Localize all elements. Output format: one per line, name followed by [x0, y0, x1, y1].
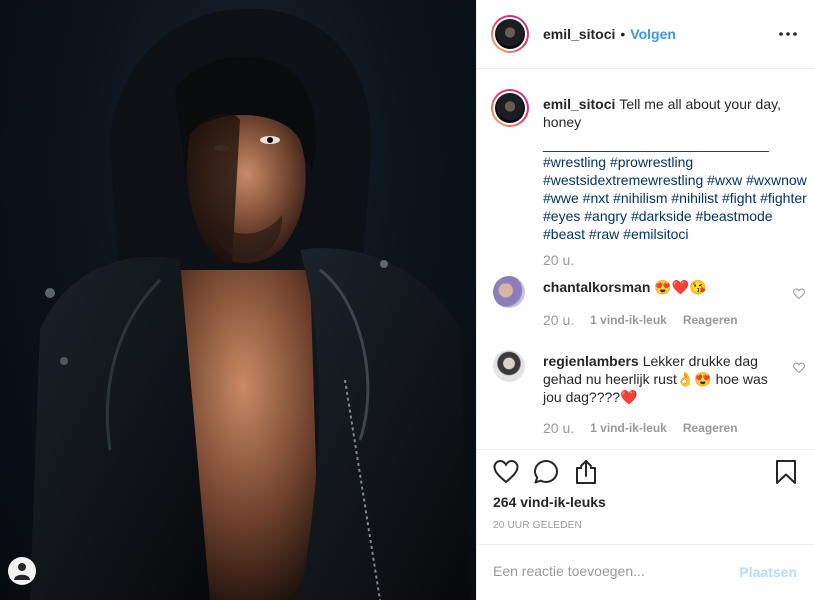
commenter-avatar[interactable] — [493, 276, 525, 308]
comment-input[interactable] — [493, 563, 723, 579]
comment-text: 😍❤️😘 — [654, 279, 707, 295]
comments-list[interactable]: emil_sitoci Tell me all about your day, h… — [477, 70, 814, 449]
post-actions: 264 vind-ik-leuks 20 UUR GELEDEN — [477, 449, 814, 549]
comment-likes[interactable]: 1 vind-ik-leuk — [590, 421, 667, 435]
comment-like-icon[interactable] — [793, 288, 805, 300]
separator-dot: • — [620, 26, 626, 42]
comment-time[interactable]: 20 u. — [543, 312, 574, 328]
post-timestamp[interactable]: 20 UUR GELEDEN — [493, 520, 582, 531]
caption-hashtags[interactable]: #wrestling #prowrestling #westsidextreme… — [543, 153, 811, 243]
follow-button[interactable]: Volgen — [630, 26, 676, 42]
post-comment-button[interactable]: Plaatsen — [739, 564, 797, 580]
comment-username[interactable]: regienlambers — [543, 353, 639, 369]
comment-reply-button[interactable]: Reageren — [683, 313, 738, 327]
post-photo[interactable] — [0, 0, 476, 600]
heart-icon[interactable] — [493, 459, 519, 485]
comment-reply-button[interactable]: Reageren — [683, 421, 738, 435]
photo-artwork — [30, 8, 470, 600]
author-avatar[interactable] — [491, 15, 529, 53]
post-header: emil_sitoci • Volgen — [477, 0, 814, 69]
comment-like-icon[interactable] — [793, 362, 805, 374]
caption-rule: _____________________________ — [543, 136, 769, 152]
user-tag-icon — [14, 563, 30, 580]
more-options-icon[interactable] — [778, 27, 798, 41]
comment-time[interactable]: 20 u. — [543, 420, 574, 436]
user-tag-button[interactable] — [8, 557, 36, 585]
commenter-avatar[interactable] — [493, 350, 525, 382]
post-side-panel: emil_sitoci • Volgen emil_sitoci Tell me … — [476, 0, 814, 600]
add-comment-bar: Plaatsen — [477, 544, 814, 600]
bookmark-icon[interactable] — [773, 459, 799, 485]
caption-avatar[interactable] — [491, 89, 529, 127]
comment-likes[interactable]: 1 vind-ik-leuk — [590, 313, 667, 327]
comment-username[interactable]: chantalkorsman — [543, 279, 650, 295]
author-username[interactable]: emil_sitoci — [543, 26, 615, 42]
caption-time[interactable]: 20 u. — [543, 252, 574, 268]
share-icon[interactable] — [573, 459, 599, 485]
comment-icon[interactable] — [533, 459, 559, 485]
caption-username[interactable]: emil_sitoci — [543, 96, 615, 112]
likes-count[interactable]: 264 vind-ik-leuks — [493, 494, 606, 510]
